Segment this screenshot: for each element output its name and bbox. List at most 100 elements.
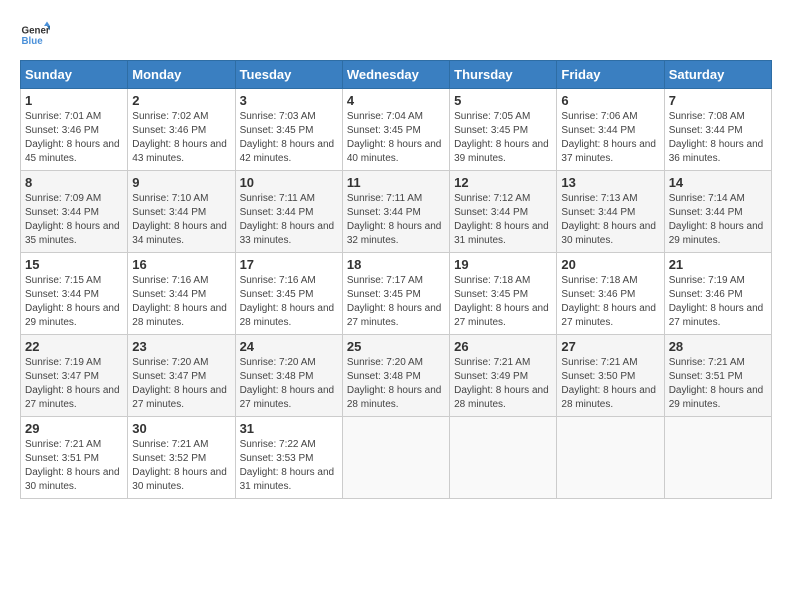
calendar-cell [342,417,449,499]
calendar-cell: 17 Sunrise: 7:16 AM Sunset: 3:45 PM Dayl… [235,253,342,335]
day-number: 20 [561,257,659,272]
day-info: Sunrise: 7:04 AM Sunset: 3:45 PM Dayligh… [347,110,445,166]
day-number: 31 [240,421,338,436]
day-number: 24 [240,339,338,354]
calendar-cell: 7 Sunrise: 7:08 AM Sunset: 3:44 PM Dayli… [664,89,771,171]
day-info: Sunrise: 7:18 AM Sunset: 3:45 PM Dayligh… [454,274,552,330]
calendar-cell: 12 Sunrise: 7:12 AM Sunset: 3:44 PM Dayl… [450,171,557,253]
calendar-cell: 6 Sunrise: 7:06 AM Sunset: 3:44 PM Dayli… [557,89,664,171]
day-info: Sunrise: 7:20 AM Sunset: 3:48 PM Dayligh… [240,356,338,412]
calendar-table: SundayMondayTuesdayWednesdayThursdayFrid… [20,60,772,499]
day-info: Sunrise: 7:19 AM Sunset: 3:47 PM Dayligh… [25,356,123,412]
calendar-cell: 1 Sunrise: 7:01 AM Sunset: 3:46 PM Dayli… [21,89,128,171]
calendar-cell: 10 Sunrise: 7:11 AM Sunset: 3:44 PM Dayl… [235,171,342,253]
calendar-cell: 24 Sunrise: 7:20 AM Sunset: 3:48 PM Dayl… [235,335,342,417]
day-info: Sunrise: 7:18 AM Sunset: 3:46 PM Dayligh… [561,274,659,330]
calendar-week-row: 1 Sunrise: 7:01 AM Sunset: 3:46 PM Dayli… [21,89,772,171]
calendar-cell: 13 Sunrise: 7:13 AM Sunset: 3:44 PM Dayl… [557,171,664,253]
day-number: 9 [132,175,230,190]
calendar-cell: 30 Sunrise: 7:21 AM Sunset: 3:52 PM Dayl… [128,417,235,499]
day-number: 5 [454,93,552,108]
calendar-cell: 18 Sunrise: 7:17 AM Sunset: 3:45 PM Dayl… [342,253,449,335]
calendar-cell: 19 Sunrise: 7:18 AM Sunset: 3:45 PM Dayl… [450,253,557,335]
calendar-cell [557,417,664,499]
day-number: 22 [25,339,123,354]
day-info: Sunrise: 7:16 AM Sunset: 3:45 PM Dayligh… [240,274,338,330]
day-info: Sunrise: 7:11 AM Sunset: 3:44 PM Dayligh… [240,192,338,248]
day-number: 27 [561,339,659,354]
day-info: Sunrise: 7:15 AM Sunset: 3:44 PM Dayligh… [25,274,123,330]
day-info: Sunrise: 7:21 AM Sunset: 3:51 PM Dayligh… [25,438,123,494]
day-info: Sunrise: 7:11 AM Sunset: 3:44 PM Dayligh… [347,192,445,248]
day-number: 25 [347,339,445,354]
day-number: 23 [132,339,230,354]
day-number: 16 [132,257,230,272]
calendar-cell: 11 Sunrise: 7:11 AM Sunset: 3:44 PM Dayl… [342,171,449,253]
calendar-cell: 28 Sunrise: 7:21 AM Sunset: 3:51 PM Dayl… [664,335,771,417]
calendar-cell [664,417,771,499]
calendar-cell: 4 Sunrise: 7:04 AM Sunset: 3:45 PM Dayli… [342,89,449,171]
calendar-cell: 16 Sunrise: 7:16 AM Sunset: 3:44 PM Dayl… [128,253,235,335]
day-info: Sunrise: 7:21 AM Sunset: 3:52 PM Dayligh… [132,438,230,494]
calendar-header-row: SundayMondayTuesdayWednesdayThursdayFrid… [21,61,772,89]
calendar-header-thursday: Thursday [450,61,557,89]
day-number: 6 [561,93,659,108]
day-info: Sunrise: 7:22 AM Sunset: 3:53 PM Dayligh… [240,438,338,494]
day-info: Sunrise: 7:01 AM Sunset: 3:46 PM Dayligh… [25,110,123,166]
day-number: 7 [669,93,767,108]
calendar-week-row: 15 Sunrise: 7:15 AM Sunset: 3:44 PM Dayl… [21,253,772,335]
day-info: Sunrise: 7:20 AM Sunset: 3:47 PM Dayligh… [132,356,230,412]
day-number: 18 [347,257,445,272]
day-info: Sunrise: 7:02 AM Sunset: 3:46 PM Dayligh… [132,110,230,166]
day-number: 15 [25,257,123,272]
calendar-cell: 5 Sunrise: 7:05 AM Sunset: 3:45 PM Dayli… [450,89,557,171]
calendar-cell: 8 Sunrise: 7:09 AM Sunset: 3:44 PM Dayli… [21,171,128,253]
day-number: 19 [454,257,552,272]
day-number: 10 [240,175,338,190]
day-number: 13 [561,175,659,190]
day-info: Sunrise: 7:06 AM Sunset: 3:44 PM Dayligh… [561,110,659,166]
logo-icon: General Blue [20,20,50,50]
day-info: Sunrise: 7:14 AM Sunset: 3:44 PM Dayligh… [669,192,767,248]
calendar-cell: 25 Sunrise: 7:20 AM Sunset: 3:48 PM Dayl… [342,335,449,417]
day-info: Sunrise: 7:20 AM Sunset: 3:48 PM Dayligh… [347,356,445,412]
day-number: 17 [240,257,338,272]
day-number: 4 [347,93,445,108]
day-info: Sunrise: 7:09 AM Sunset: 3:44 PM Dayligh… [25,192,123,248]
day-info: Sunrise: 7:10 AM Sunset: 3:44 PM Dayligh… [132,192,230,248]
calendar-cell [450,417,557,499]
day-number: 14 [669,175,767,190]
calendar-header-saturday: Saturday [664,61,771,89]
day-number: 8 [25,175,123,190]
calendar-header-friday: Friday [557,61,664,89]
calendar-cell: 3 Sunrise: 7:03 AM Sunset: 3:45 PM Dayli… [235,89,342,171]
calendar-cell: 22 Sunrise: 7:19 AM Sunset: 3:47 PM Dayl… [21,335,128,417]
calendar-cell: 2 Sunrise: 7:02 AM Sunset: 3:46 PM Dayli… [128,89,235,171]
svg-text:Blue: Blue [22,36,44,47]
calendar-week-row: 8 Sunrise: 7:09 AM Sunset: 3:44 PM Dayli… [21,171,772,253]
day-info: Sunrise: 7:16 AM Sunset: 3:44 PM Dayligh… [132,274,230,330]
day-info: Sunrise: 7:12 AM Sunset: 3:44 PM Dayligh… [454,192,552,248]
logo: General Blue [20,20,50,50]
page-header: General Blue [20,20,772,50]
day-info: Sunrise: 7:21 AM Sunset: 3:49 PM Dayligh… [454,356,552,412]
day-info: Sunrise: 7:19 AM Sunset: 3:46 PM Dayligh… [669,274,767,330]
day-info: Sunrise: 7:03 AM Sunset: 3:45 PM Dayligh… [240,110,338,166]
calendar-cell: 26 Sunrise: 7:21 AM Sunset: 3:49 PM Dayl… [450,335,557,417]
day-info: Sunrise: 7:08 AM Sunset: 3:44 PM Dayligh… [669,110,767,166]
calendar-cell: 21 Sunrise: 7:19 AM Sunset: 3:46 PM Dayl… [664,253,771,335]
calendar-cell: 27 Sunrise: 7:21 AM Sunset: 3:50 PM Dayl… [557,335,664,417]
day-number: 1 [25,93,123,108]
day-number: 2 [132,93,230,108]
calendar-header-sunday: Sunday [21,61,128,89]
day-number: 12 [454,175,552,190]
day-number: 29 [25,421,123,436]
day-number: 28 [669,339,767,354]
calendar-header-wednesday: Wednesday [342,61,449,89]
calendar-week-row: 22 Sunrise: 7:19 AM Sunset: 3:47 PM Dayl… [21,335,772,417]
calendar-cell: 29 Sunrise: 7:21 AM Sunset: 3:51 PM Dayl… [21,417,128,499]
day-number: 3 [240,93,338,108]
day-info: Sunrise: 7:17 AM Sunset: 3:45 PM Dayligh… [347,274,445,330]
svg-text:General: General [22,26,51,37]
day-number: 21 [669,257,767,272]
